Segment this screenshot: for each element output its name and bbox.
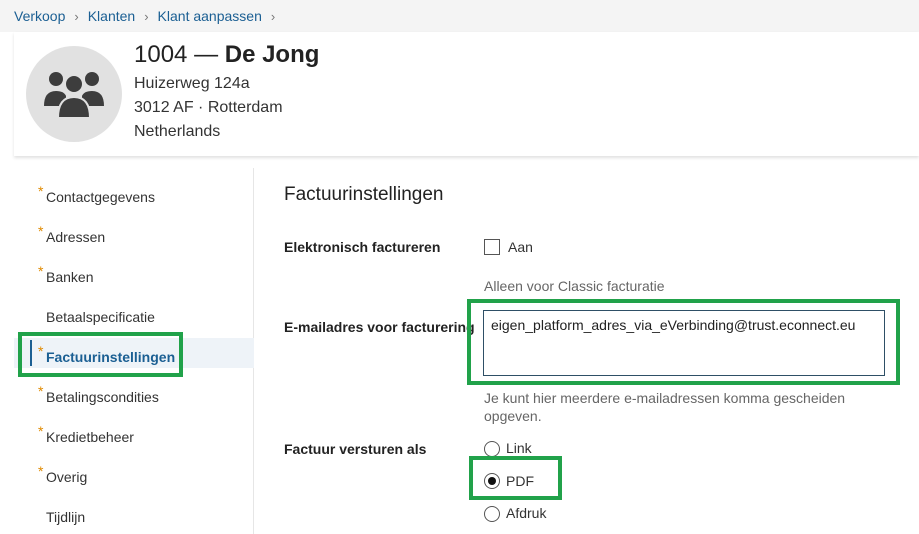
sidebar-item-label: Kredietbeheer: [46, 429, 134, 445]
einvoice-checkbox-label[interactable]: Aan: [508, 239, 533, 255]
chevron-right-icon: ›: [74, 8, 79, 24]
required-marker: *: [38, 343, 44, 359]
sidebar-item-contactgegevens[interactable]: * Contactgegevens: [14, 178, 254, 208]
sidebar-item-tijdlijn[interactable]: Tijdlijn: [14, 498, 254, 528]
page-title: 1004 — De Jong: [134, 41, 319, 69]
top-bar: Verkoop › Klanten › Klant aanpassen ›: [0, 0, 919, 32]
einvoice-label: Elektronisch factureren: [284, 239, 441, 255]
email-hint: Je kunt hier meerdere e-mailadressen kom…: [484, 389, 845, 425]
sidebar-item-betaalspecificatie[interactable]: Betaalspecificatie: [14, 298, 254, 328]
customer-name: De Jong: [224, 41, 320, 68]
radio-pdf-label[interactable]: PDF: [506, 473, 534, 489]
sidebar-item-label: Banken: [46, 269, 94, 285]
required-marker: *: [38, 263, 44, 279]
sidebar-item-overig[interactable]: * Overig: [14, 458, 254, 488]
required-marker: *: [38, 383, 44, 399]
required-marker: *: [38, 463, 44, 479]
email-hint-line-1: Je kunt hier meerdere e-mailadressen kom…: [484, 390, 846, 406]
sidebar-item-label: Contactgegevens: [46, 189, 155, 205]
radio-pdf[interactable]: [484, 473, 500, 489]
customer-header: 1004 — De Jong Huizerweg 124a 3012 AF · …: [14, 32, 919, 156]
breadcrumb-klanten[interactable]: Klanten: [88, 8, 135, 24]
sidebar-item-label: Tijdlijn: [46, 509, 86, 525]
sidebar-item-adressen[interactable]: * Adressen: [14, 218, 254, 248]
chevron-right-icon: ›: [144, 8, 149, 24]
sidebar-item-kredietbeheer[interactable]: * Kredietbeheer: [14, 418, 254, 448]
avatar: [26, 46, 122, 142]
einvoice-checkbox[interactable]: [484, 239, 500, 255]
breadcrumb-verkoop[interactable]: Verkoop: [14, 8, 65, 24]
customer-number: 1004: [134, 41, 188, 68]
einvoice-hint: Alleen voor Classic facturatie: [484, 278, 665, 294]
required-marker: *: [38, 183, 44, 199]
send-as-label: Factuur versturen als: [284, 441, 427, 457]
chevron-right-icon: ›: [270, 8, 276, 24]
sidebar-item-label: Overig: [46, 469, 88, 485]
sidebar-item-label: Adressen: [46, 229, 106, 245]
address-country: Netherlands: [134, 123, 221, 140]
radio-afdruk-label[interactable]: Afdruk: [506, 505, 546, 521]
required-marker: *: [38, 423, 44, 439]
section-title: Factuurinstellingen: [284, 184, 444, 205]
title-dash: —: [194, 41, 219, 68]
sidebar-item-betalingscondities[interactable]: * Betalingscondities: [14, 378, 254, 408]
address-city: 3012 AF · Rotterdam: [134, 99, 283, 116]
breadcrumb: Verkoop › Klanten › Klant aanpassen ›: [14, 8, 284, 24]
email-label: E-mailadres voor facturering: [284, 319, 475, 335]
sidebar-item-label: Factuurinstellingen: [46, 349, 176, 365]
email-field[interactable]: eigen_platform_adres_via_eVerbinding@tru…: [483, 310, 885, 376]
sidebar-item-factuurinstellingen[interactable]: * Factuurinstellingen: [14, 338, 254, 368]
address-street: Huizerweg 124a: [134, 75, 250, 92]
sidebar-item-banken[interactable]: * Banken: [14, 258, 254, 288]
group-icon: [44, 72, 104, 119]
radio-link[interactable]: [484, 441, 500, 457]
radio-afdruk[interactable]: [484, 506, 500, 522]
breadcrumb-klant-aanpassen[interactable]: Klant aanpassen: [158, 8, 262, 24]
sidebar-item-label: Betaalspecificatie: [46, 309, 155, 325]
sidebar-item-label: Betalingscondities: [46, 389, 159, 405]
required-marker: *: [38, 223, 44, 239]
radio-link-label[interactable]: Link: [506, 440, 532, 456]
email-hint-line-2: opgeven.: [484, 408, 542, 424]
section-nav: * Contactgegevens * Adressen * Banken Be…: [14, 168, 254, 534]
